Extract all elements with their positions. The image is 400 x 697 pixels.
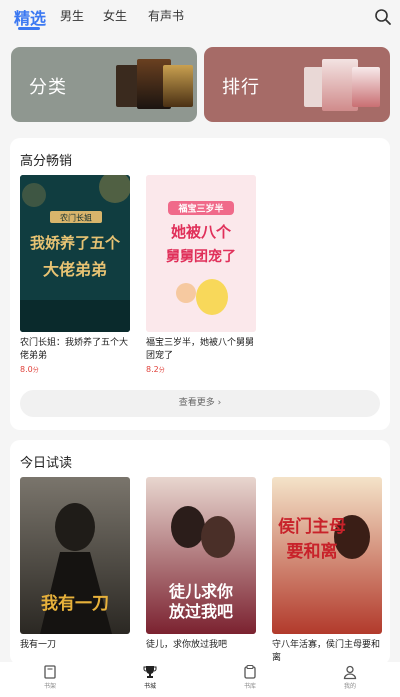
book-card[interactable]: 侯门主母 要和离 守八年活寡，侯门主母要和离: [272, 477, 384, 663]
cover-text: 侯门主母: [278, 516, 346, 537]
nav-profile[interactable]: 我的: [330, 664, 370, 690]
book-cover: 农门长姐 我娇养了五个 大佬弟弟: [20, 175, 130, 332]
active-tab-indicator: [18, 27, 40, 30]
book-title: 福宝三岁半，她被八个舅舅团宠了: [146, 338, 255, 361]
nav-label: 我的: [343, 683, 356, 690]
top-tab-bar: 精选 男生 女生 有声书: [0, 0, 400, 36]
tab-male[interactable]: 男生: [60, 7, 84, 24]
trophy-icon: [143, 666, 157, 678]
cover-text: 大佬弟弟: [43, 260, 107, 279]
book-title: 徒儿，求你放过我吧: [146, 640, 228, 650]
ranking-banner[interactable]: 排行: [204, 47, 390, 122]
book-card[interactable]: 徒儿求你 放过我吧 徒儿，求你放过我吧: [146, 477, 258, 662]
cover-text: 她被八个: [171, 223, 232, 241]
book-icon: [44, 665, 56, 679]
nav-bookstore[interactable]: 书城: [130, 664, 170, 690]
view-more-button[interactable]: 查看更多 ›: [20, 390, 380, 417]
bottom-navigation: 书架 书城 书库 我的: [0, 662, 400, 697]
book-card[interactable]: 我有一刀 我有一刀: [20, 477, 132, 662]
tab-audiobook[interactable]: 有声书: [148, 7, 184, 24]
section-title: 高分畅销: [20, 154, 73, 169]
hot-books-section: 高分畅销 农门长姐 我娇养了五个 大佬弟弟 农门长姐：我娇养了五个大佬弟弟 8.…: [10, 138, 390, 430]
nav-label: 书架: [43, 683, 56, 690]
book-card[interactable]: 福宝三岁半 她被八个 舅舅团宠了 福宝三岁半，她被八个舅舅团宠了 8.2分: [146, 175, 258, 375]
book-card[interactable]: 农门长姐 我娇养了五个 大佬弟弟 农门长姐：我娇养了五个大佬弟弟 8.0分: [20, 175, 132, 375]
nav-bookshelf[interactable]: 书架: [30, 664, 70, 690]
book-cover: 徒儿求你 放过我吧: [146, 477, 256, 634]
banner-cover-image: [352, 67, 380, 107]
nav-library[interactable]: 书库: [230, 664, 270, 690]
score-unit: 分: [32, 367, 39, 374]
book-title: 农门长姐：我娇养了五个大佬弟弟: [20, 338, 129, 361]
banner-cover-image: [163, 65, 193, 107]
book-cover: 福宝三岁半 她被八个 舅舅团宠了: [146, 175, 256, 332]
view-more-label: 查看更多: [178, 398, 215, 408]
score-value: 8.2: [146, 365, 159, 374]
cover-text: 要和离: [287, 541, 338, 562]
book-cover: 侯门主母 要和离: [272, 477, 382, 634]
user-icon: [343, 665, 357, 680]
category-label: 分类: [29, 77, 67, 98]
score-unit: 分: [158, 367, 165, 374]
search-icon[interactable]: [374, 8, 392, 26]
book-score: 8.0分: [20, 365, 39, 374]
score-value: 8.0: [20, 365, 33, 374]
ranking-label: 排行: [222, 77, 260, 98]
cover-text: 福宝三岁半: [177, 203, 223, 215]
cover-text: 舅舅团宠了: [166, 248, 236, 265]
today-trial-section: 今日试读 我有一刀 我有一刀 徒儿求你 放过我吧 徒儿，求你放过我吧 侯门主母 …: [10, 440, 390, 665]
book-score: 8.2分: [146, 365, 165, 374]
book-title: 我有一刀: [20, 640, 57, 650]
nav-label: 书库: [243, 683, 256, 690]
chevron-right-icon: ›: [217, 398, 222, 408]
section-title: 今日试读: [20, 456, 73, 471]
cover-text: 放过我吧: [168, 602, 233, 621]
category-banner[interactable]: 分类: [11, 47, 197, 122]
cover-text: 徒儿求你: [168, 582, 233, 601]
cover-text: 我有一刀: [41, 593, 109, 614]
cover-text: 我娇养了五个: [30, 234, 121, 252]
cover-text: 农门长姐: [60, 213, 92, 223]
tab-female[interactable]: 女生: [103, 7, 127, 24]
library-icon: [244, 664, 256, 679]
book-cover: 我有一刀: [20, 477, 130, 634]
nav-label: 书城: [143, 683, 156, 690]
tab-featured[interactable]: 精选: [14, 5, 46, 29]
